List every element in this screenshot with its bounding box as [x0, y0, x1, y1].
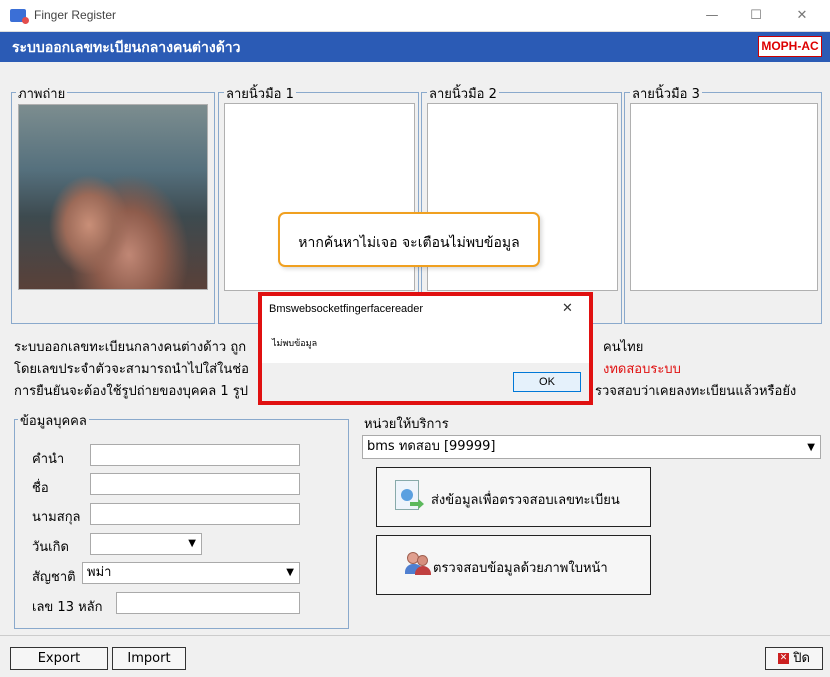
- nationality-select[interactable]: พม่า ▼: [82, 562, 300, 584]
- dialog-message: ไม่พบข้อมูล: [272, 339, 318, 349]
- send-check-label: ส่งข้อมูลเพื่อตรวจสอบเลขทะเบียน: [431, 493, 620, 508]
- moph-badge: MOPH-AC: [758, 36, 822, 57]
- header-title: ระบบออกเลขทะเบียนกลางคนต่างด้าว: [12, 40, 241, 56]
- dialog-title: Bmswebsocketfingerfacereader: [269, 303, 424, 315]
- annotation-tooltip: หากค้นหาไม่เจอ จะเตือนไม่พบข้อมูล: [278, 212, 540, 267]
- export-button[interactable]: Export: [10, 647, 108, 670]
- service-selected: bms ทดสอบ [99999]: [367, 439, 496, 454]
- close-x-icon: ✕: [778, 653, 790, 664]
- info-line-2b: งทดสอบระบบ: [603, 362, 681, 377]
- chevron-down-icon[interactable]: ▼: [188, 534, 196, 554]
- info-line-3b: รวจสอบว่าเคยลงทะเบียนแล้วหรือยัง: [595, 384, 797, 399]
- surname-label: นามสกุล: [32, 510, 81, 525]
- info-line-1b: คนไทย: [603, 340, 644, 355]
- info-line-1a: ระบบออกเลขทะเบียนกลางคนต่างด้าว ถูก: [14, 340, 247, 355]
- prefix-input[interactable]: [90, 444, 300, 466]
- message-dialog: Bmswebsocketfingerfacereader ✕ ไม่พบข้อม…: [258, 292, 593, 405]
- finger3-image: [630, 103, 818, 291]
- app-icon: [10, 9, 29, 24]
- tooltip-text: หากค้นหาไม่เจอ จะเตือนไม่พบข้อมูล: [298, 235, 520, 251]
- import-button[interactable]: Import: [112, 647, 186, 670]
- name-input[interactable]: [90, 473, 300, 495]
- close-button[interactable]: ✕ ปิด: [765, 647, 823, 670]
- user-face-icon: [405, 552, 433, 576]
- service-select[interactable]: bms ทดสอบ [99999] ▼: [362, 435, 821, 459]
- finger1-group-label: ลายนิ้วมือ 1: [224, 83, 296, 104]
- chevron-down-icon[interactable]: ▼: [807, 437, 815, 459]
- dialog-footer: OK: [262, 363, 589, 401]
- person-group-label: ข้อมูลบุคคล: [18, 410, 89, 431]
- maximize-icon[interactable]: ☐: [736, 4, 776, 28]
- id-input[interactable]: [116, 592, 300, 614]
- close-button-label: ปิด: [793, 651, 810, 666]
- service-label: หน่วยให้บริการ: [364, 417, 449, 432]
- finger2-group-label: ลายนิ้วมือ 2: [427, 83, 499, 104]
- minimize-icon[interactable]: —: [692, 4, 732, 28]
- document-icon: [395, 480, 424, 510]
- send-check-button[interactable]: ส่งข้อมูลเพื่อตรวจสอบเลขทะเบียน: [376, 467, 651, 527]
- photo-face-blurred: [19, 105, 207, 289]
- footer-divider: [0, 635, 830, 636]
- id-label: เลข 13 หลัก: [32, 600, 103, 615]
- ok-button[interactable]: OK: [513, 372, 581, 392]
- birthdate-picker[interactable]: ▼: [90, 533, 202, 555]
- window-title: Finger Register: [34, 8, 117, 22]
- surname-input[interactable]: [90, 503, 300, 525]
- nationality-label: สัญชาติ: [32, 570, 76, 585]
- window-titlebar: Finger Register — ☐ ✕: [0, 0, 830, 32]
- photo-group-label: ภาพถ่าย: [16, 83, 68, 104]
- prefix-label: คำนำ: [32, 452, 65, 467]
- nationality-value: พม่า: [87, 565, 112, 580]
- face-check-label: ตรวจสอบข้อมูลด้วยภาพใบหน้า: [433, 561, 608, 576]
- dialog-titlebar: Bmswebsocketfingerfacereader ✕: [262, 296, 589, 322]
- face-check-button[interactable]: ตรวจสอบข้อมูลด้วยภาพใบหน้า: [376, 535, 651, 595]
- photo-image: [18, 104, 208, 290]
- chevron-down-icon[interactable]: ▼: [286, 563, 294, 583]
- close-icon[interactable]: ✕: [562, 301, 573, 316]
- birthdate-label: วันเกิด: [32, 540, 69, 555]
- close-icon[interactable]: ✕: [782, 4, 822, 28]
- finger3-group-label: ลายนิ้วมือ 3: [630, 83, 702, 104]
- name-label: ชื่อ: [32, 481, 49, 496]
- info-line-2a: โดยเลขประจำตัวจะสามารถนำไปใส่ในช่อ: [14, 362, 249, 377]
- app-header: ระบบออกเลขทะเบียนกลางคนต่างด้าว MOPH-AC: [0, 32, 830, 62]
- info-line-3a: การยืนยันจะต้องใช้รูปถ่ายของบุคคล 1 รูป: [14, 384, 248, 399]
